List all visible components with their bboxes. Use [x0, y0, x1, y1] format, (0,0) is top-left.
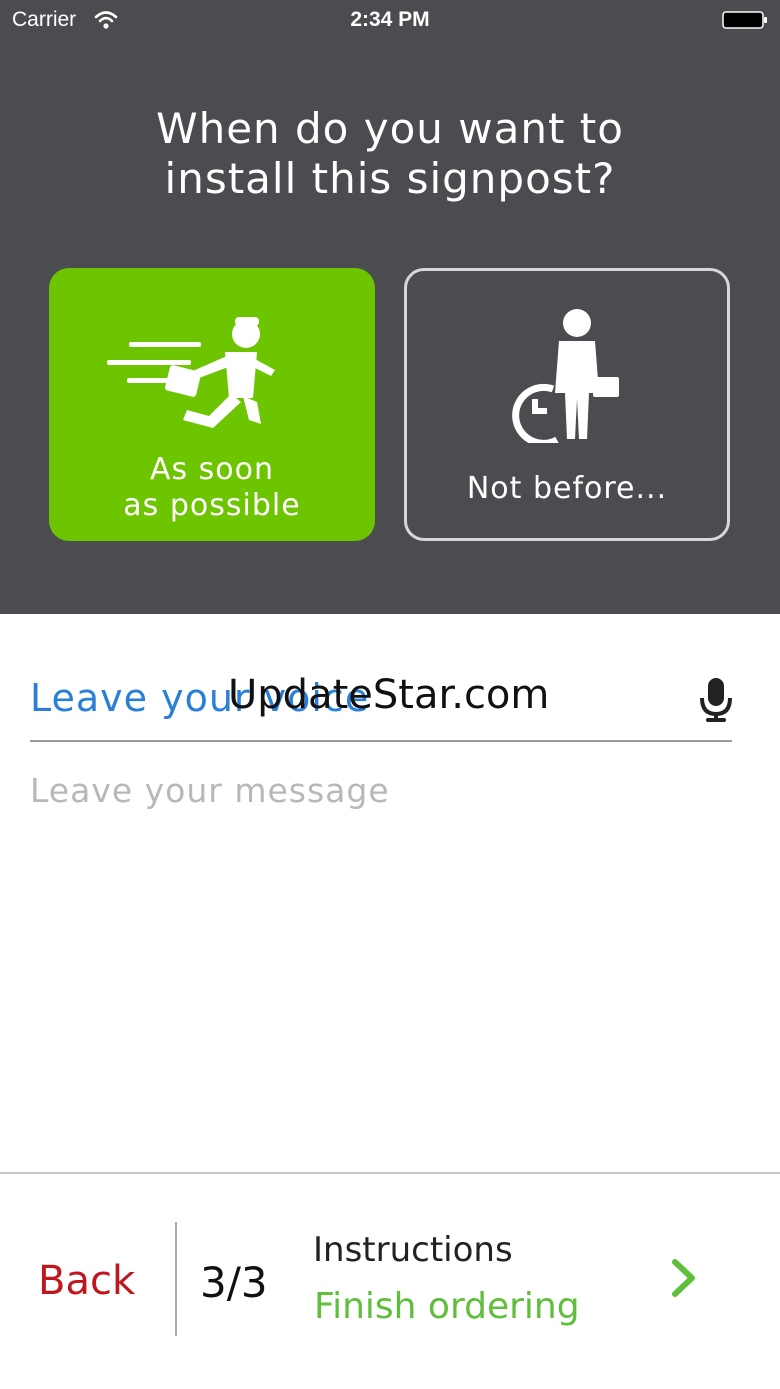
status-bar: Carrier 2:34 PM	[0, 0, 780, 40]
finish-ordering-button[interactable]: Finish ordering	[314, 1286, 580, 1327]
footer-divider	[175, 1222, 177, 1336]
battery-icon	[722, 11, 767, 29]
option-asap-line-1: As soon	[149, 452, 275, 487]
bottom-navigation-bar: Back 3/3 Instructions Finish ordering	[0, 1172, 780, 1389]
running-delivery-man-icon	[107, 317, 275, 428]
option-not-before-label: Not before...	[466, 471, 668, 506]
question-heading: When do you want to install this signpos…	[60, 104, 720, 204]
question-line-1: When do you want to	[156, 104, 624, 153]
leave-voice-row[interactable]: Leave your voice UpdateStar.com	[30, 664, 732, 742]
option-asap-label: As soon as possible	[49, 452, 375, 524]
option-as-soon-as-possible[interactable]: As soon as possible	[49, 268, 375, 541]
clock-businessman-icon	[512, 309, 619, 443]
chevron-right-icon[interactable]	[670, 1258, 698, 1298]
status-time: 2:34 PM	[350, 8, 430, 31]
watermark-text: UpdateStar.com	[228, 672, 550, 718]
step-title: Instructions	[313, 1230, 513, 1270]
microphone-icon[interactable]	[698, 678, 734, 722]
option-asap-line-2: as possible	[123, 488, 301, 523]
option-not-before[interactable]: Not before...	[404, 268, 730, 541]
header-panel: Carrier 2:34 PM When do you want to inst…	[0, 0, 780, 614]
step-counter: 3/3	[200, 1258, 268, 1307]
back-button[interactable]: Back	[38, 1258, 135, 1304]
question-line-2: install this signpost?	[164, 154, 616, 203]
message-input[interactable]	[30, 760, 732, 820]
